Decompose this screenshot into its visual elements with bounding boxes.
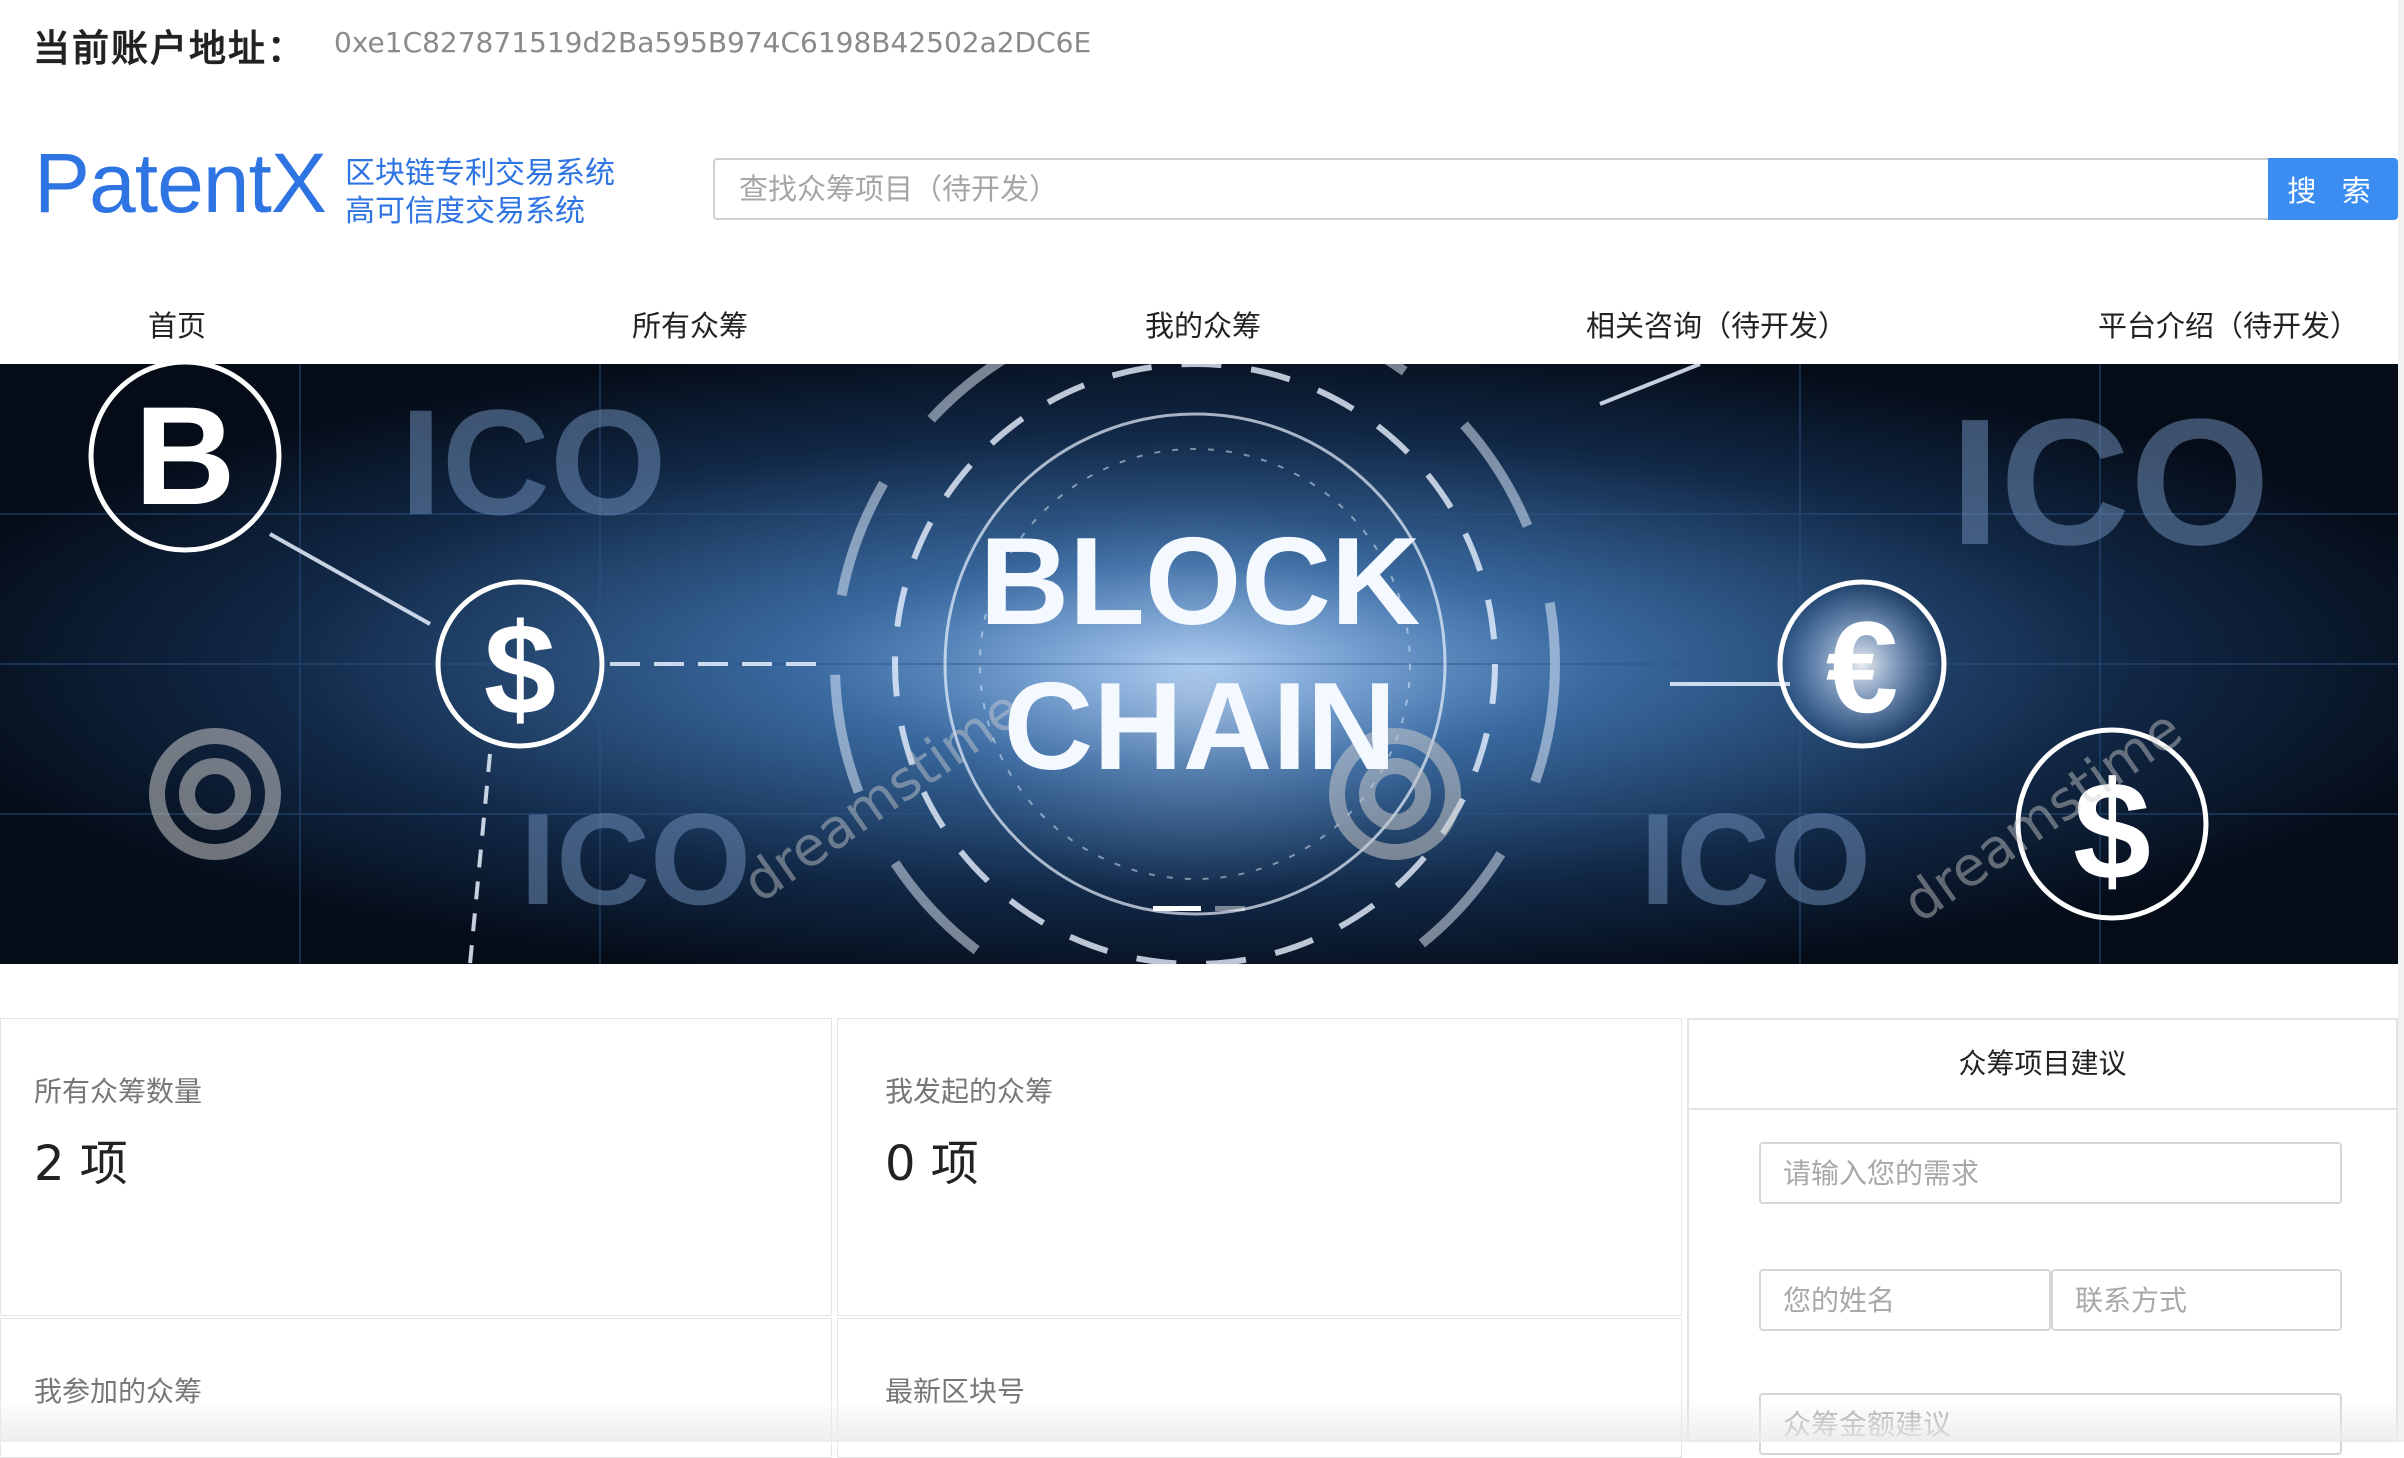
- search-input[interactable]: [713, 158, 2269, 220]
- nav-item-home[interactable]: 首页: [148, 303, 206, 345]
- carousel-indicator[interactable]: [1215, 906, 1245, 911]
- account-address-value: 0xe1C827871519d2Ba595B974C6198B42502a2DC…: [334, 26, 1092, 59]
- window-scrollbar[interactable]: [2398, 0, 2404, 1442]
- suggestion-panel-title: 众筹项目建议: [1687, 1018, 2398, 1110]
- stat-title-my-initiated: 我发起的众筹: [885, 1075, 1054, 1108]
- ico-text: ICO: [400, 378, 667, 546]
- nav-item-all-crowdfunding[interactable]: 所有众筹: [632, 303, 748, 345]
- carousel-indicator-active[interactable]: [1153, 906, 1201, 911]
- euro-icon: €: [1777, 579, 1947, 749]
- stat-title-all-crowdfunding: 所有众筹数量: [34, 1075, 203, 1108]
- svg-text:€: €: [1826, 594, 1898, 740]
- nav-item-consulting[interactable]: 相关咨询（待开发）: [1586, 303, 1847, 345]
- svg-text:$: $: [484, 596, 556, 742]
- hero-banner-carousel[interactable]: B $ € $ ICO ICO ICO ICO dreamstime dream…: [0, 364, 2398, 964]
- name-input[interactable]: [1759, 1269, 2051, 1331]
- search-button[interactable]: 搜 索: [2268, 158, 2398, 220]
- svg-text:B: B: [134, 377, 235, 534]
- account-address-label: 当前账户地址：: [33, 27, 306, 70]
- bottom-fade-overlay: [0, 1400, 2398, 1442]
- need-input[interactable]: [1759, 1142, 2342, 1204]
- nav-item-platform-intro[interactable]: 平台介绍（待开发）: [2098, 303, 2359, 345]
- ico-text: ICO: [520, 786, 751, 932]
- brand-logo[interactable]: PatentX: [34, 138, 344, 228]
- nav-item-my-crowdfunding[interactable]: 我的众筹: [1145, 303, 1261, 345]
- banner-headline-chain: CHAIN: [1004, 658, 1397, 796]
- brand-subtitle-2: 高可信度交易系统: [345, 194, 585, 229]
- banner-headline-block: BLOCK: [980, 513, 1421, 651]
- stat-value-all-crowdfunding: 2 项: [34, 1136, 128, 1192]
- ico-text: ICO: [1640, 786, 1871, 932]
- contact-input[interactable]: [2051, 1269, 2342, 1331]
- blockchain-banner-image: B $ € $ ICO ICO ICO ICO dreamstime dream…: [0, 364, 2398, 964]
- stat-value-my-initiated: 0 项: [885, 1136, 979, 1192]
- ico-text: ICO: [1950, 382, 2270, 583]
